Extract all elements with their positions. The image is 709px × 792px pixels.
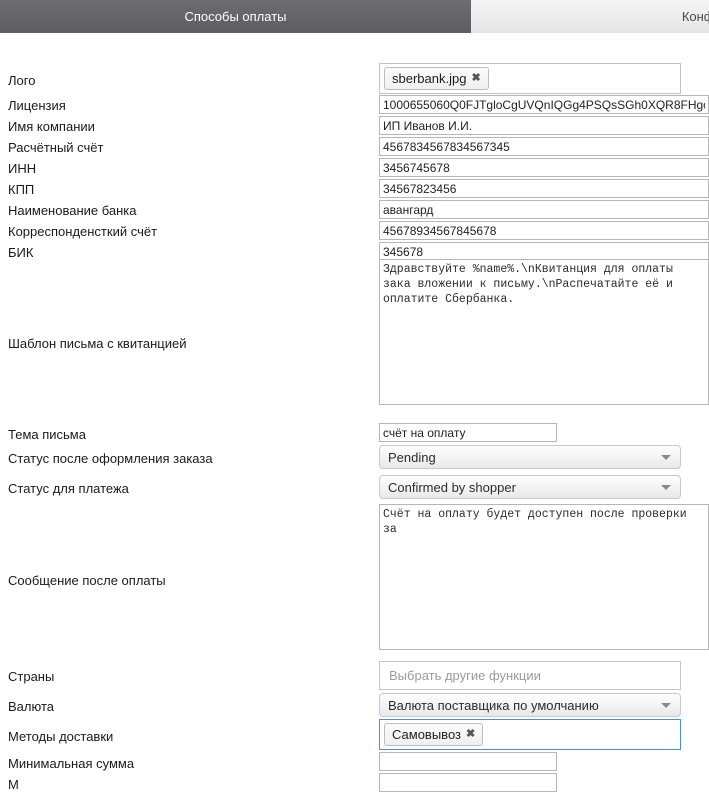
logo-chip[interactable]: sberbank.jpg ✖ (384, 67, 489, 90)
label-letter-subject: Тема письма (8, 427, 86, 442)
label-status-after-order: Статус после оформления заказа (8, 451, 213, 466)
kpp-input[interactable] (379, 179, 709, 198)
shipping-methods-token-input[interactable]: Самовывоз ✖ (379, 719, 681, 750)
chevron-down-icon (661, 703, 671, 708)
label-license: Лицензия (8, 98, 66, 113)
close-icon[interactable]: ✖ (466, 729, 475, 740)
label-kpp: КПП (8, 182, 34, 197)
label-inn: ИНН (8, 161, 36, 176)
letter-subject-input[interactable] (379, 423, 557, 442)
label-min-amount: Минимальная сумма (8, 756, 134, 771)
inn-input[interactable] (379, 158, 709, 177)
status-after-order-select[interactable]: Pending (379, 445, 681, 469)
chevron-down-icon (661, 485, 671, 490)
label-logo: Лого (8, 73, 35, 88)
label-company-name: Имя компании (8, 119, 95, 134)
label-shipping-methods: Методы доставки (8, 729, 113, 744)
label-next-field: М (8, 777, 19, 792)
close-icon[interactable]: ✖ (471, 73, 480, 84)
corr-account-input[interactable] (379, 221, 709, 240)
shipping-method-chip[interactable]: Самовывоз ✖ (384, 723, 483, 746)
next-field-input[interactable] (379, 773, 557, 792)
logo-chip-label: sberbank.jpg (392, 71, 466, 86)
countries-input[interactable]: Выбрать другие функции (379, 661, 681, 690)
currency-select[interactable]: Валюта поставщика по умолчанию (379, 693, 681, 717)
label-letter-template: Шаблон письма с квитанцией (8, 336, 187, 351)
tab-payment-methods[interactable]: Способы оплаты (0, 0, 471, 33)
message-after-payment-textarea[interactable]: Счёт на оплату будет доступен после пров… (379, 504, 709, 650)
label-corr-account: Корреспонденсткий счёт (8, 224, 157, 239)
license-input[interactable] (379, 95, 709, 114)
min-amount-input[interactable] (379, 752, 557, 771)
shipping-method-chip-label: Самовывоз (392, 727, 461, 742)
label-message-after-payment: Сообщение после оплаты (8, 573, 166, 588)
status-for-payment-select[interactable]: Confirmed by shopper (379, 475, 681, 499)
tab-configuration-label: Конфигу (682, 9, 709, 24)
settlement-account-input[interactable] (379, 137, 709, 156)
label-settlement-account: Расчётный счёт (8, 140, 104, 155)
countries-placeholder: Выбрать другие функции (389, 668, 541, 683)
tab-strip: Способы оплаты Конфигу (0, 0, 709, 33)
label-countries: Страны (8, 669, 54, 684)
letter-template-textarea[interactable]: Здравствуйте %name%.\nКвитанция для опла… (379, 259, 709, 405)
label-currency: Валюта (8, 699, 54, 714)
logo-token-input[interactable]: sberbank.jpg ✖ (379, 63, 681, 94)
tab-payment-methods-label: Способы оплаты (184, 9, 286, 24)
chevron-down-icon (661, 455, 671, 460)
label-bik: БИК (8, 245, 33, 260)
status-after-order-value: Pending (388, 450, 436, 465)
company-name-input[interactable] (379, 116, 709, 135)
status-for-payment-value: Confirmed by shopper (388, 480, 516, 495)
bank-name-input[interactable] (379, 200, 709, 219)
label-bank-name: Наименование банка (8, 203, 137, 218)
label-status-for-payment: Статус для платежа (8, 481, 129, 496)
currency-value: Валюта поставщика по умолчанию (388, 698, 599, 713)
tab-configuration[interactable]: Конфигу (471, 0, 709, 33)
